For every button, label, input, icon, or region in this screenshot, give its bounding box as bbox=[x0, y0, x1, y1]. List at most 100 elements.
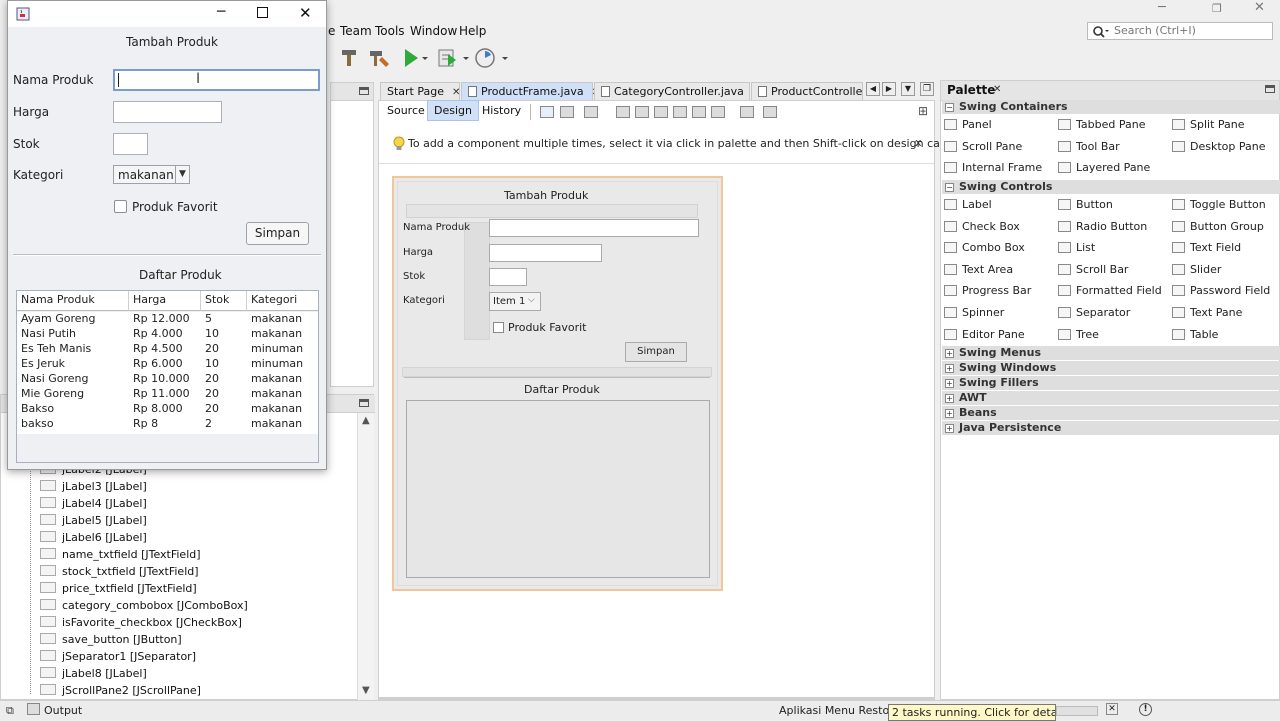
hint-close-button[interactable]: x bbox=[915, 136, 922, 149]
canvas-list-title[interactable]: Daftar Produk bbox=[524, 383, 600, 396]
palette-item[interactable]: Text Area bbox=[944, 263, 1013, 276]
minimize-navigator-icon[interactable] bbox=[359, 399, 369, 407]
resize-horizontal-icon[interactable] bbox=[740, 106, 754, 118]
column-header-price[interactable]: Harga bbox=[129, 291, 201, 311]
view-history-button[interactable]: History bbox=[482, 104, 521, 117]
navigator-item[interactable]: isFavorite_checkbox [JCheckBox] bbox=[40, 616, 242, 633]
center-horizontally-icon[interactable] bbox=[654, 106, 668, 118]
palette-item[interactable]: Button bbox=[1058, 198, 1113, 211]
navigator-item[interactable]: category_combobox [JComboBox] bbox=[40, 599, 248, 616]
canvas-stock-field[interactable] bbox=[489, 268, 527, 286]
palette-item[interactable]: Internal Frame bbox=[944, 161, 1042, 174]
canvas-favorite-label[interactable]: Produk Favorit bbox=[508, 321, 586, 334]
palette-item[interactable]: Desktop Pane bbox=[1172, 140, 1265, 153]
palette-item[interactable]: Scroll Pane bbox=[944, 140, 1022, 153]
debug-icon[interactable] bbox=[437, 47, 471, 69]
favorite-checkbox[interactable] bbox=[114, 200, 127, 213]
restore-window-icon[interactable]: ⧉ bbox=[6, 704, 14, 718]
palette-item[interactable]: Separator bbox=[1058, 306, 1130, 319]
scroll-down-icon[interactable]: ▼ bbox=[362, 685, 370, 696]
navigator-item[interactable]: stock_txtfield [JTextField] bbox=[40, 565, 199, 582]
canvas-category-combo[interactable]: Item 1 ⌵ bbox=[489, 292, 541, 311]
column-header-name[interactable]: Nama Produk bbox=[17, 291, 129, 311]
tab-productcontroller[interactable]: ProductController... bbox=[751, 82, 863, 100]
chevron-down-icon[interactable]: ▼ bbox=[175, 166, 189, 183]
menu-item-tools[interactable]: Tools bbox=[375, 24, 405, 38]
column-header-stock[interactable]: Stok bbox=[201, 291, 247, 311]
save-button[interactable]: Simpan bbox=[246, 222, 309, 245]
palette-item[interactable]: Spinner bbox=[944, 306, 1004, 319]
minimize-icon[interactable]: ─ bbox=[217, 4, 225, 20]
cancel-task-icon[interactable]: ✕ bbox=[1106, 703, 1118, 715]
column-header-category[interactable]: Kategori bbox=[247, 291, 318, 311]
selection-mode-icon[interactable] bbox=[540, 106, 554, 118]
align-bottom-icon[interactable] bbox=[692, 106, 706, 118]
favorite-label[interactable]: Produk Favorit bbox=[132, 200, 218, 214]
table-row[interactable]: Mie Goreng Rp 11.000 20 makanan bbox=[17, 387, 317, 402]
navigator-item[interactable]: jLabel3 [JLabel] bbox=[40, 480, 147, 497]
scroll-up-icon[interactable]: ▲ bbox=[362, 415, 370, 426]
table-row[interactable]: Bakso Rp 8.000 20 makanan bbox=[17, 402, 317, 417]
search-box[interactable]: Search (Ctrl+I) bbox=[1087, 22, 1273, 40]
navigator-scrollbar[interactable]: ▲ ▼ bbox=[357, 413, 374, 700]
ide-close-icon[interactable]: ✕ bbox=[1254, 0, 1265, 15]
navigator-item[interactable]: jSeparator1 [JSeparator] bbox=[40, 650, 196, 667]
table-row[interactable]: Nasi Putih Rp 4.000 10 makanan bbox=[17, 327, 317, 342]
canvas-name-label[interactable]: Nama Produk bbox=[403, 222, 470, 233]
table-row[interactable]: Es Jeruk Rp 6.000 10 minuman bbox=[17, 357, 317, 372]
palette-item[interactable]: Scroll Bar bbox=[1058, 263, 1128, 276]
tab-start-page[interactable]: Start Page ✕ bbox=[380, 82, 460, 100]
center-vertically-icon[interactable] bbox=[711, 106, 725, 118]
palette-item[interactable]: Formatted Field bbox=[1058, 284, 1162, 297]
palette-item[interactable]: Combo Box bbox=[944, 241, 1025, 254]
canvas-scrollpane[interactable] bbox=[406, 400, 710, 578]
connection-mode-icon[interactable] bbox=[560, 106, 574, 118]
palette-item[interactable]: List bbox=[1058, 241, 1095, 254]
canvas-save-button[interactable]: Simpan bbox=[625, 342, 687, 362]
palette-section-containers[interactable]: − Swing Containers bbox=[942, 100, 1280, 114]
build-hammer-icon[interactable] bbox=[339, 47, 361, 69]
product-table-scrollpane[interactable]: Nama Produk Harga Stok Kategori Ayam Gor… bbox=[16, 290, 319, 463]
resize-vertical-icon[interactable] bbox=[763, 106, 777, 118]
palette-item[interactable]: Editor Pane bbox=[944, 328, 1025, 341]
palette-item[interactable]: Tree bbox=[1058, 328, 1099, 341]
canvas-category-label[interactable]: Kategori bbox=[403, 295, 445, 306]
run-icon[interactable] bbox=[403, 48, 429, 68]
palette-item[interactable]: Button Group bbox=[1172, 220, 1264, 233]
preview-design-icon[interactable] bbox=[584, 106, 598, 118]
navigator-item[interactable]: name_txtfield [JTextField] bbox=[40, 548, 201, 565]
clean-build-icon[interactable] bbox=[368, 47, 392, 69]
palette-item[interactable]: Layered Pane bbox=[1058, 161, 1150, 174]
align-left-icon[interactable] bbox=[616, 106, 630, 118]
expand-icon[interactable]: + bbox=[945, 424, 954, 433]
palette-section-controls[interactable]: − Swing Controls bbox=[942, 180, 1280, 194]
palette-item[interactable]: Text Pane bbox=[1172, 306, 1242, 319]
navigator-item[interactable]: save_button [JButton] bbox=[40, 633, 182, 650]
search-input[interactable]: Search (Ctrl+I) bbox=[1114, 24, 1196, 37]
align-top-icon[interactable] bbox=[673, 106, 687, 118]
navigator-item[interactable]: jLabel4 [JLabel] bbox=[40, 497, 147, 514]
palette-item[interactable]: Text Field bbox=[1172, 241, 1241, 254]
stock-field[interactable] bbox=[113, 133, 148, 155]
expand-icon[interactable]: + bbox=[945, 349, 954, 358]
scroll-tabs-left-icon[interactable]: ◀ bbox=[866, 82, 880, 96]
palette-item[interactable]: Split Pane bbox=[1172, 118, 1245, 131]
collapse-icon[interactable]: − bbox=[945, 103, 954, 112]
palette-item[interactable]: Panel bbox=[944, 118, 992, 131]
palette-item[interactable]: Label bbox=[944, 198, 992, 211]
canvas-separator[interactable] bbox=[404, 377, 710, 380]
palette-item[interactable]: Radio Button bbox=[1058, 220, 1147, 233]
collapse-icon[interactable]: − bbox=[945, 183, 954, 192]
menu-item-edit[interactable]: e bbox=[328, 24, 335, 38]
canvas-title-label[interactable]: Tambah Produk bbox=[504, 189, 588, 202]
price-field[interactable] bbox=[113, 101, 222, 123]
palette-item[interactable]: Progress Bar bbox=[944, 284, 1031, 297]
navigator-item[interactable]: jLabel5 [JLabel] bbox=[40, 514, 147, 531]
menu-item-window[interactable]: Window bbox=[410, 24, 457, 38]
category-combobox[interactable]: makanan ▼ bbox=[113, 165, 190, 184]
palette-item[interactable]: Tool Bar bbox=[1058, 140, 1120, 153]
palette-section-awt[interactable]: + AWT bbox=[942, 391, 1280, 405]
app-titlebar[interactable]: ─ ✕ bbox=[8, 1, 326, 27]
close-palette-icon[interactable]: ✕ bbox=[993, 84, 1001, 95]
table-row[interactable]: Nasi Goreng Rp 10.000 20 makanan bbox=[17, 372, 317, 387]
